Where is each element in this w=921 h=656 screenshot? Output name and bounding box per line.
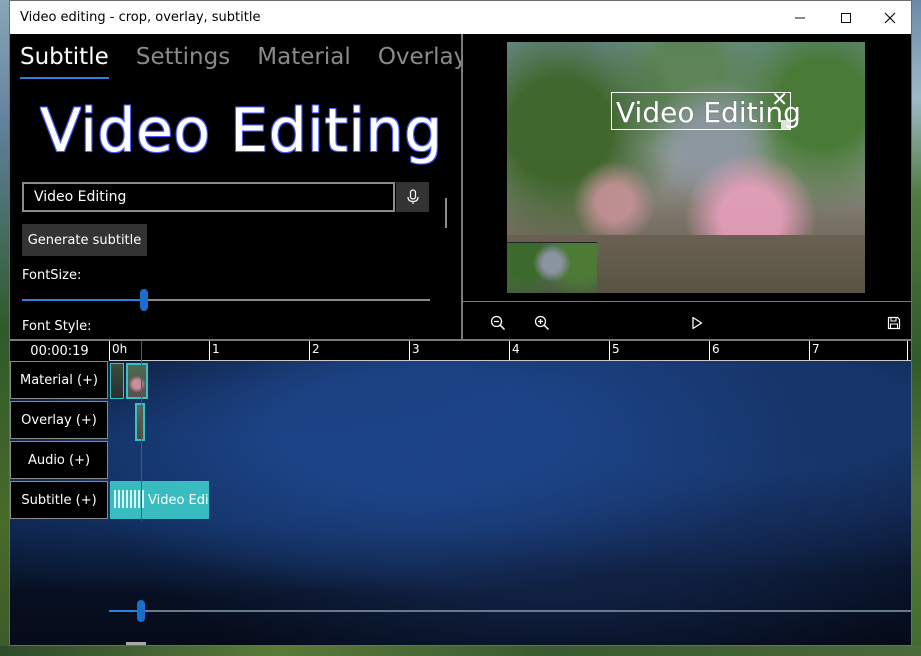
timeline-zoom-slider[interactable]	[109, 610, 911, 612]
tab-settings[interactable]: Settings	[136, 44, 230, 70]
tab-overlay[interactable]: Overlay	[378, 44, 461, 70]
subtitle-clip[interactable]: Video Edit	[110, 481, 209, 519]
play-icon	[692, 316, 703, 330]
zoom-out-button[interactable]	[485, 310, 511, 336]
ruler-tick: 8	[907, 341, 911, 360]
subtitle-remove-icon[interactable]: ✕	[771, 87, 788, 111]
playhead[interactable]	[141, 341, 142, 521]
timeline-zoom-slider-thumb[interactable]	[137, 600, 146, 622]
ruler-tick: 7	[809, 341, 820, 360]
material-clip[interactable]	[110, 363, 124, 399]
maximize-icon	[841, 12, 851, 23]
ruler-tick: 2	[309, 341, 320, 360]
minimize-button[interactable]	[777, 1, 823, 34]
tab-bar: Subtitle Settings Material Overlay Au	[20, 44, 461, 84]
subtitle-overlay-box[interactable]: Video Editing ✕	[611, 87, 801, 130]
panel-scrollbar[interactable]	[445, 198, 447, 228]
tab-material[interactable]: Material	[257, 44, 350, 70]
play-button[interactable]	[684, 310, 710, 336]
track-material-add[interactable]: Material (+)	[10, 361, 108, 399]
zoom-in-button[interactable]	[529, 310, 555, 336]
timeline-panel: 00:00:19 0h 1 2 3 4 5 6 7 8 Material (+)…	[10, 341, 911, 645]
font-size-label: FontSize:	[22, 268, 82, 283]
video-preview-panel: Video Editing ✕	[463, 34, 911, 339]
ruler-tick: 3	[409, 341, 420, 360]
ruler-tick: 4	[509, 341, 520, 360]
save-button[interactable]	[881, 310, 907, 336]
timeline-scrollbar[interactable]	[126, 642, 146, 645]
app-window: Video editing - crop, overlay, subtitle …	[9, 0, 912, 646]
tab-subtitle[interactable]: Subtitle	[20, 44, 109, 79]
subtitle-settings-panel: Subtitle Settings Material Overlay Au Vi…	[10, 34, 461, 339]
minimize-icon	[795, 17, 805, 18]
overlay-video-thumbnail[interactable]	[507, 242, 597, 293]
save-icon	[887, 316, 901, 330]
desktop-background-bottom	[0, 646, 921, 656]
subtitle-clip-thumbnail	[114, 490, 144, 508]
desktop-background-right	[912, 0, 921, 656]
title-bar[interactable]: Video editing - crop, overlay, subtitle	[10, 1, 911, 34]
font-style-label: Font Style:	[22, 319, 92, 334]
zoom-out-icon	[490, 315, 506, 331]
font-size-slider-thumb[interactable]	[140, 289, 149, 311]
overlay-clip[interactable]	[135, 403, 145, 441]
current-time: 00:00:19	[10, 341, 109, 361]
window-title: Video editing - crop, overlay, subtitle	[20, 10, 261, 25]
track-subtitle-add[interactable]: Subtitle (+)	[10, 481, 108, 519]
ruler-tick: 5	[609, 341, 620, 360]
track-audio-add[interactable]: Audio (+)	[10, 441, 108, 479]
track-overlay-add[interactable]: Overlay (+)	[10, 401, 108, 439]
close-button[interactable]	[867, 1, 913, 34]
subtitle-font-preview: Video Editing	[40, 96, 443, 166]
material-clip[interactable]	[126, 363, 148, 399]
font-size-slider-fill	[22, 299, 145, 301]
preview-divider	[463, 301, 911, 302]
dictation-button[interactable]	[396, 182, 429, 212]
time-ruler[interactable]: 0h 1 2 3 4 5 6 7 8	[109, 341, 911, 361]
maximize-button[interactable]	[823, 1, 869, 34]
desktop-background-left	[0, 0, 9, 656]
ruler-tick: 1	[209, 341, 220, 360]
zoom-in-icon	[534, 315, 550, 331]
close-icon	[884, 12, 896, 23]
microphone-icon	[406, 189, 419, 204]
subtitle-resize-handle[interactable]	[781, 120, 791, 130]
generate-subtitle-button[interactable]: Generate subtitle	[22, 224, 147, 256]
ruler-tick: 0h	[109, 341, 127, 360]
video-preview[interactable]: Video Editing ✕	[507, 42, 865, 293]
subtitle-clip-label: Video Edit	[148, 492, 209, 508]
ruler-tick: 6	[709, 341, 720, 360]
subtitle-text-input[interactable]	[22, 182, 395, 212]
